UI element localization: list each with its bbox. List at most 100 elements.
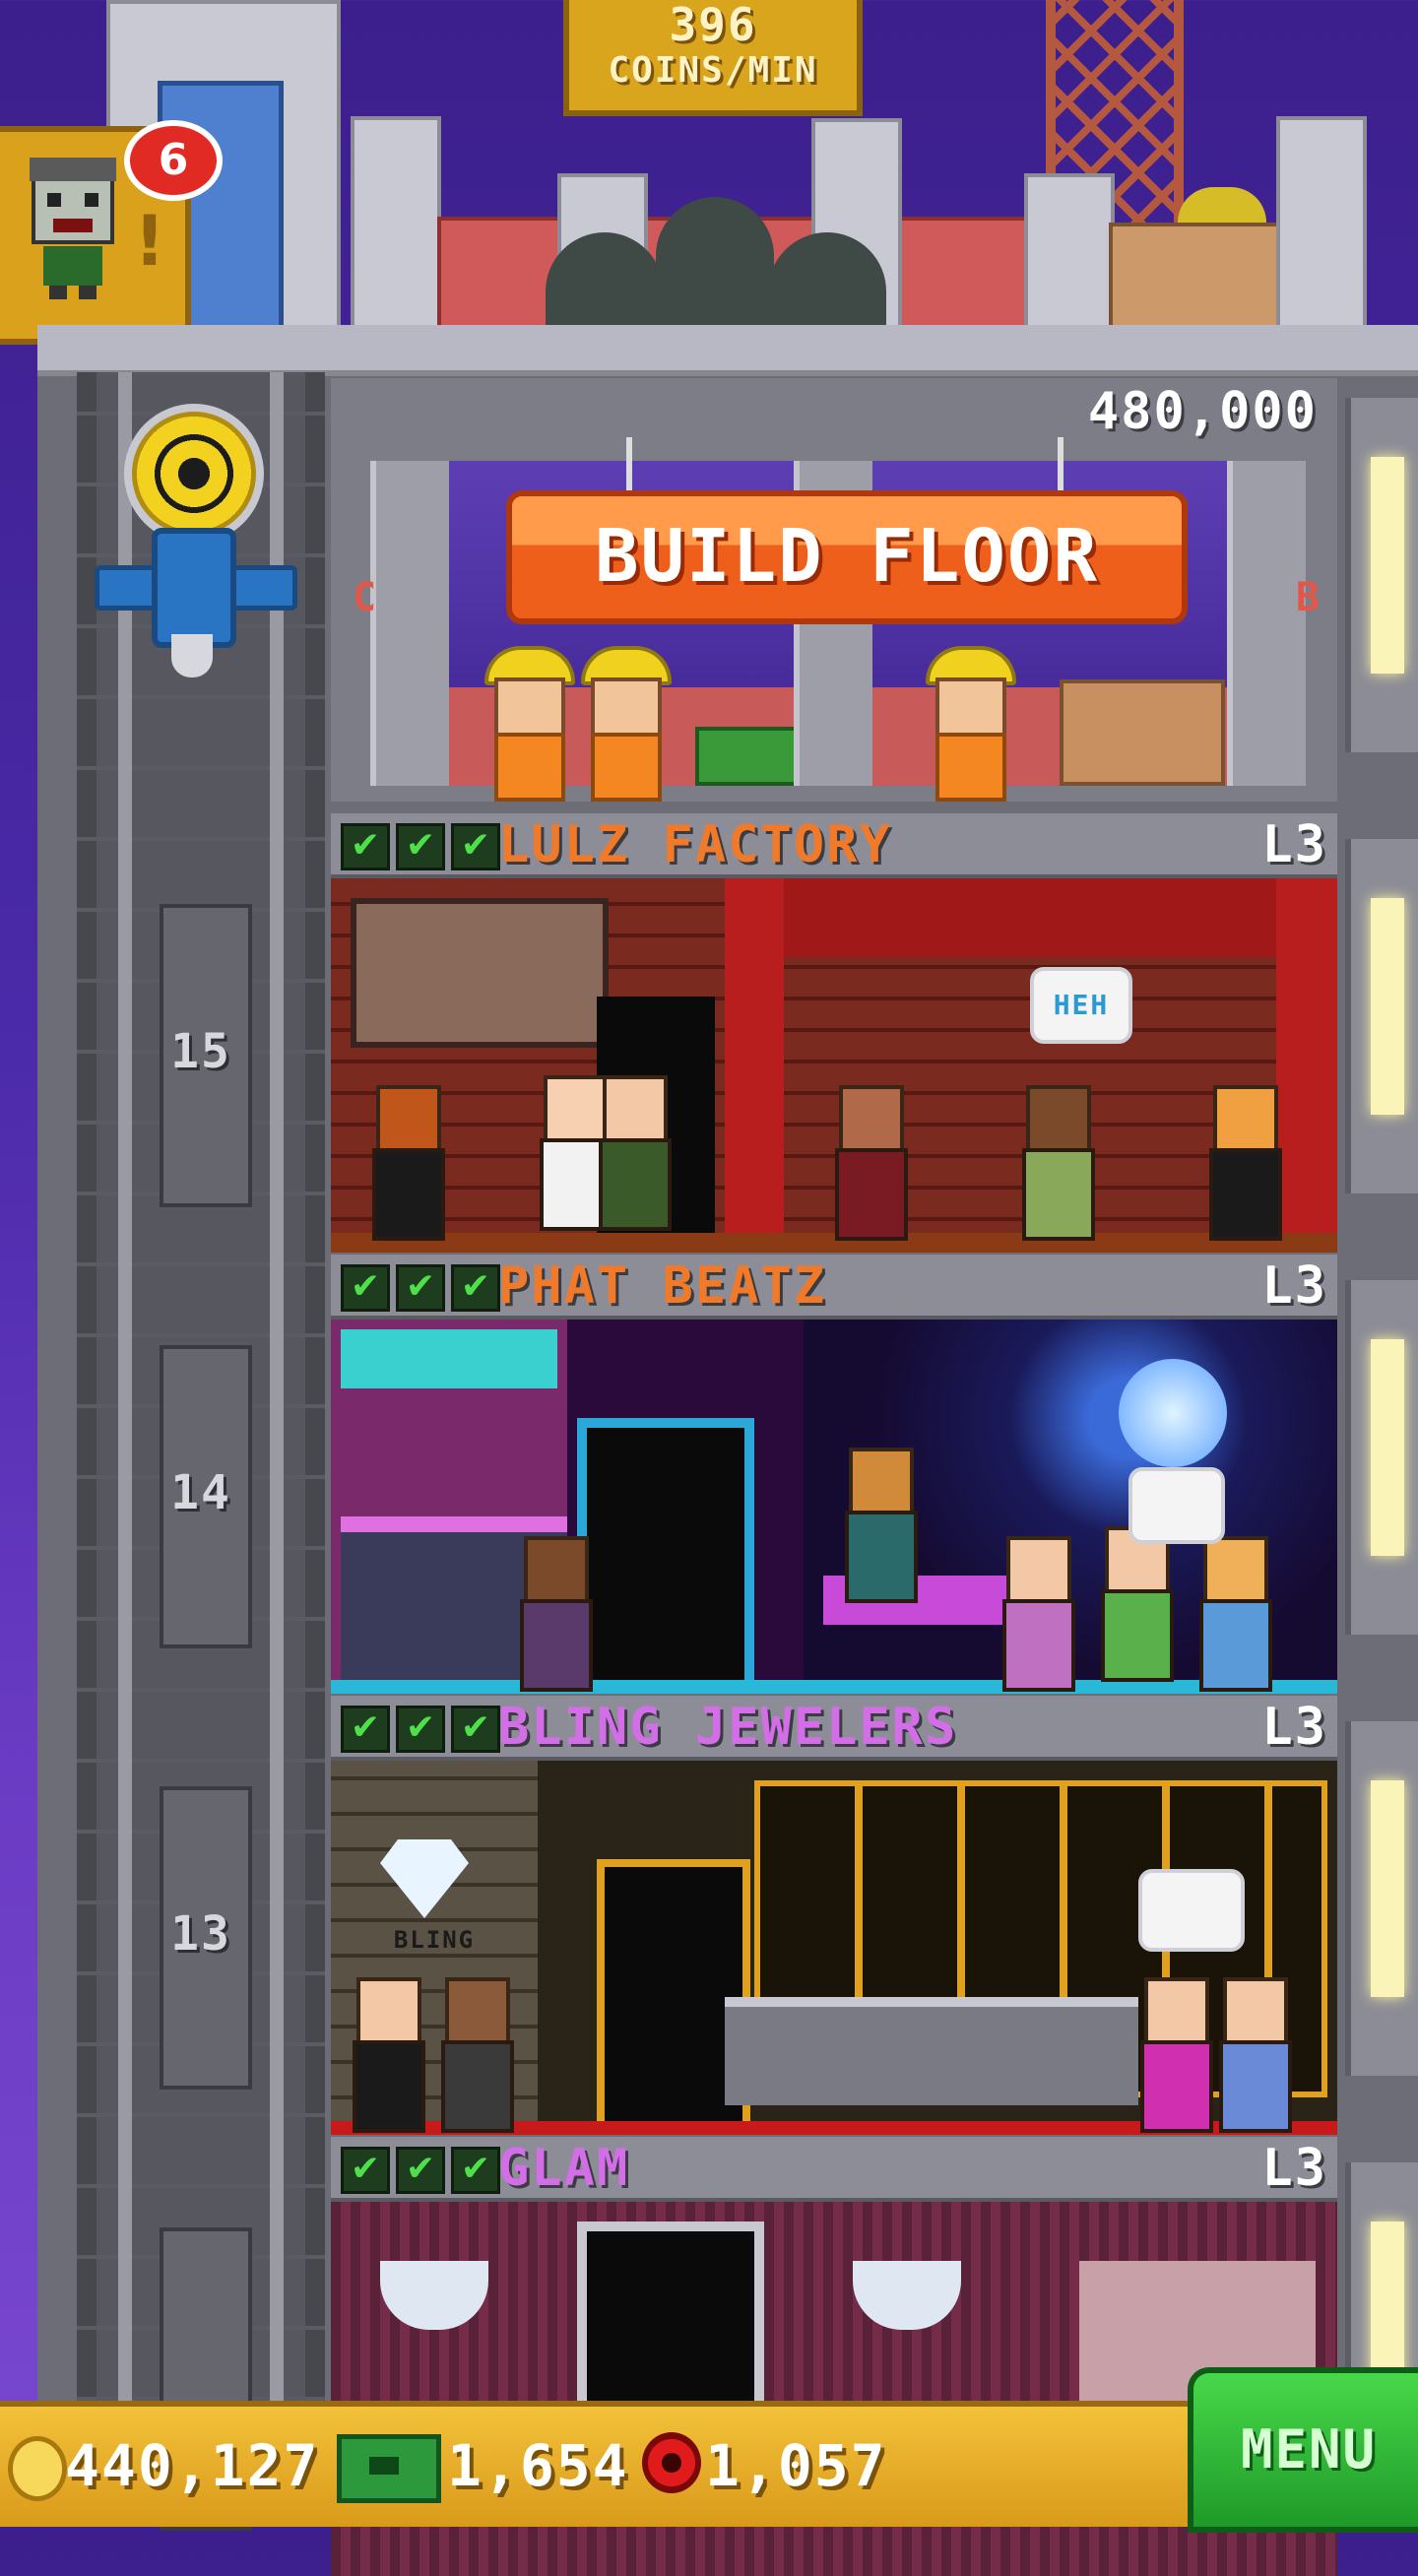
store-sign: BLING <box>393 1926 476 1954</box>
roof-vent <box>1276 116 1367 333</box>
floor-number: 15 <box>170 1024 231 1079</box>
bitizen[interactable] <box>1099 1526 1174 1682</box>
bitizen[interactable] <box>833 1085 908 1241</box>
toolbox <box>695 727 802 786</box>
window-light <box>1371 1780 1404 1997</box>
floor-name: PHAT BEATZ <box>498 1256 827 1316</box>
bitizen[interactable] <box>370 1085 445 1241</box>
build-floor-button[interactable]: BUILD FLOOR <box>506 490 1188 624</box>
check-icon: ✔ <box>451 1264 500 1312</box>
floor-level: L3 <box>1261 1256 1327 1316</box>
bitizen[interactable] <box>1207 1085 1282 1241</box>
coins-count: 440,127 <box>65 2432 320 2499</box>
bux-count: 1,654 <box>447 2432 629 2499</box>
side-window <box>1345 839 1418 1193</box>
check-icon: ✔ <box>341 2147 390 2194</box>
stock-checks: ✔ ✔ ✔ <box>341 1264 506 1312</box>
bitizen[interactable] <box>1138 1977 1213 2133</box>
floor-level: L3 <box>1261 2139 1327 2198</box>
points-gear-icon <box>642 2432 701 2493</box>
hardhat <box>1178 187 1266 223</box>
floor-header: ✔ ✔ ✔ BLING JEWELERS L3 <box>331 1696 1337 1761</box>
floor-room: BLING <box>331 1761 1337 2135</box>
shaft-floor-13[interactable]: 13 <box>106 1688 295 2127</box>
dj-bitizen[interactable] <box>843 1448 918 1603</box>
floor-name: LULZ FACTORY <box>498 815 892 874</box>
floor-bling-jewelers[interactable]: ✔ ✔ ✔ BLING JEWELERS L3 BLING <box>331 1696 1337 2135</box>
check-icon: ✔ <box>396 2147 445 2194</box>
chandelier-icon <box>853 2261 961 2330</box>
floor-number: 13 <box>170 1906 231 1962</box>
crate <box>1109 223 1284 333</box>
disco-ball-icon <box>1119 1359 1227 1467</box>
floor-header: ✔ ✔ ✔ PHAT BEATZ L3 <box>331 1255 1337 1320</box>
floorboards <box>331 1233 1337 1253</box>
stage-curtain <box>725 878 1337 957</box>
side-window <box>1345 2162 1418 2438</box>
window-light <box>1371 1339 1404 1556</box>
bitizen[interactable] <box>597 1075 672 1231</box>
coins-per-minute-label: COINS/MIN <box>608 50 818 91</box>
display-counter <box>725 1997 1138 2105</box>
zombie-bitizen-icon <box>30 158 116 299</box>
construction-worker[interactable] <box>581 646 672 802</box>
construction-worker[interactable] <box>484 646 575 802</box>
coins-per-minute-display: 396 COINS/MIN <box>563 0 863 116</box>
floor-number: 14 <box>170 1465 231 1520</box>
floor-lulz-factory[interactable]: ✔ ✔ ✔ LULZ FACTORY L3 HEH <box>331 813 1337 1253</box>
bitizen[interactable] <box>1000 1536 1075 1692</box>
floor-room: HEH <box>331 878 1337 1253</box>
coins-per-minute-value: 396 <box>669 0 757 51</box>
menu-button[interactable]: MENU <box>1188 2367 1418 2533</box>
floor-phat-beatz[interactable]: ✔ ✔ ✔ PHAT BEATZ L3 <box>331 1255 1337 1694</box>
section-letter-left: C <box>353 575 379 620</box>
bitizen[interactable] <box>518 1536 593 1692</box>
speech-bubble: HEH <box>1030 967 1132 1044</box>
bitizen[interactable] <box>351 1977 425 2133</box>
elevator-hook <box>171 634 213 677</box>
music-bubble-icon <box>1128 1467 1225 1544</box>
stock-checks: ✔ ✔ ✔ <box>341 2147 506 2194</box>
comedian-poster <box>351 898 609 1048</box>
floor-level: L3 <box>1261 1698 1327 1757</box>
check-icon: ✔ <box>451 823 500 870</box>
shaft-floor-15[interactable]: 15 <box>106 805 295 1245</box>
floor-level: L3 <box>1261 815 1327 874</box>
pillar <box>1227 461 1306 786</box>
build-floor-section: 480,000 C B BUILD FLOOR <box>331 378 1337 802</box>
sign-hanger <box>626 437 632 490</box>
exclamation-icon: ! <box>134 201 165 282</box>
roof-vent <box>351 116 441 333</box>
check-icon: ✔ <box>341 1706 390 1753</box>
notification-badge: 6 <box>124 120 223 201</box>
check-icon: ✔ <box>396 1706 445 1753</box>
build-floor-price: 480,000 <box>1087 382 1318 441</box>
chandelier-icon <box>380 2261 488 2330</box>
bitizen[interactable] <box>1197 1536 1272 1692</box>
bitizen[interactable] <box>439 1977 514 2133</box>
stock-checks: ✔ ✔ ✔ <box>341 823 506 870</box>
window-light <box>1371 898 1404 1115</box>
window-light <box>1371 457 1404 674</box>
earrings-bubble-icon <box>1138 1869 1245 1952</box>
shaft-floor-14[interactable]: 14 <box>106 1247 295 1686</box>
stage-curtain-left <box>725 878 784 1253</box>
check-icon: ✔ <box>341 823 390 870</box>
bitizen[interactable] <box>1217 1977 1292 2133</box>
pillar <box>370 461 449 786</box>
stage-curtain-right <box>1276 878 1337 1253</box>
points-count: 1,057 <box>705 2432 887 2499</box>
check-icon: ✔ <box>451 1706 500 1753</box>
floor-name: BLING JEWELERS <box>498 1698 958 1757</box>
sign-hanger <box>1058 437 1064 490</box>
elevator-motor[interactable] <box>95 398 297 693</box>
construction-worker[interactable] <box>926 646 1016 802</box>
bitizen[interactable] <box>1020 1085 1095 1241</box>
stock-checks: ✔ ✔ ✔ <box>341 1706 506 1753</box>
side-window <box>1345 1280 1418 1635</box>
bitizen-notification-button[interactable]: ! 6 <box>0 120 223 345</box>
floor-room <box>331 1320 1337 1694</box>
side-window <box>1345 398 1418 752</box>
side-window <box>1345 1721 1418 2076</box>
floor-name: GLAM <box>498 2139 630 2198</box>
